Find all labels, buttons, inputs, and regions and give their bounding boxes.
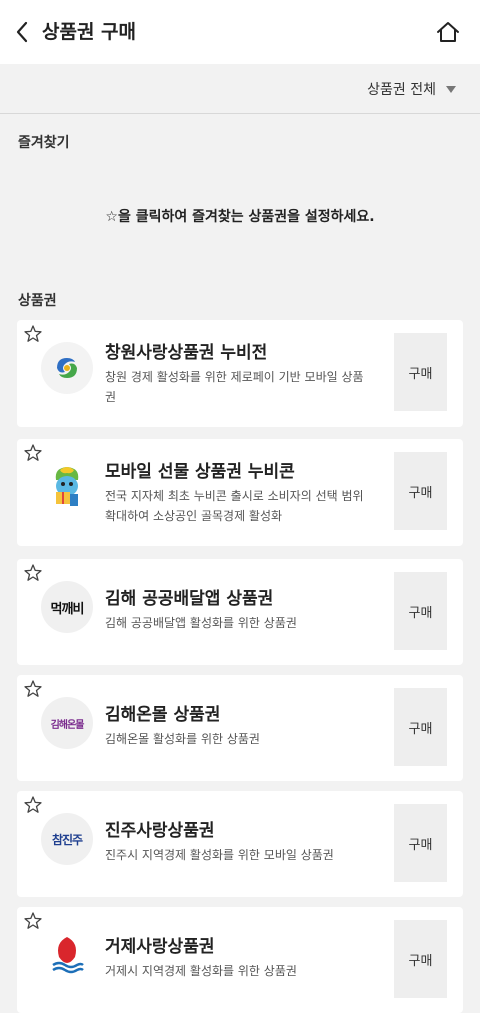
- voucher-description: 김해온몰 활성화를 위한 상품권: [105, 732, 260, 746]
- dropdown-arrow-icon: [446, 85, 456, 93]
- jinju-logo-icon: 참진주: [41, 813, 93, 865]
- changwon-logo-icon: [41, 342, 93, 394]
- back-icon[interactable]: [10, 18, 34, 46]
- page-title: 상품권 구매: [42, 21, 137, 43]
- buy-button[interactable]: 구매: [394, 804, 447, 882]
- buy-button[interactable]: 구매: [394, 452, 447, 530]
- voucher-card: 거제사랑상품권 거제시 지역경제 활성화를 위한 상품권 구매: [17, 907, 463, 1013]
- voucher-description: 거제시 지역경제 활성화를 위한 상품권: [105, 964, 297, 978]
- favorite-star-icon[interactable]: [23, 563, 43, 583]
- home-icon[interactable]: [434, 18, 462, 46]
- meokkaebi-logo-text: 먹깨비: [50, 601, 85, 617]
- voucher-name: 모바일 선물 상품권 누비콘: [105, 462, 295, 482]
- filter-bar: 상품권 전체: [0, 64, 480, 114]
- gimhae-onmall-logo-text: 김해온몰: [50, 719, 85, 731]
- voucher-description: 창원 경제 활성화를 위한 제로페이 기반 모바일 상품권: [105, 370, 364, 404]
- voucher-card: 모바일 선물 상품권 누비콘 전국 지자체 최초 누비콘 출시로 소비자의 선택…: [17, 439, 463, 546]
- voucher-card: 먹깨비 김해 공공배달앱 상품권 김해 공공배달앱 활성화를 위한 상품권 구매: [17, 559, 463, 665]
- favorite-star-icon[interactable]: [23, 443, 43, 463]
- voucher-name: 김해 공공배달앱 상품권: [105, 589, 274, 609]
- geoje-logo-icon: [41, 929, 93, 981]
- voucher-name: 창원사랑상품권 누비전: [105, 343, 268, 363]
- voucher-name: 거제사랑상품권: [105, 937, 215, 957]
- voucher-name: 진주사랑상품권: [105, 821, 215, 841]
- nubicon-mascot-icon: [41, 461, 93, 513]
- gimhae-onmall-logo-icon: 김해온몰: [41, 697, 93, 749]
- buy-button[interactable]: 구매: [394, 333, 447, 411]
- buy-button[interactable]: 구매: [394, 572, 447, 650]
- favorite-star-icon[interactable]: [23, 324, 43, 344]
- voucher-name: 김해온몰 상품권: [105, 705, 221, 725]
- voucher-description: 김해 공공배달앱 활성화를 위한 상품권: [105, 616, 297, 630]
- voucher-card: 창원사랑상품권 누비전 창원 경제 활성화를 위한 제로페이 기반 모바일 상품…: [17, 320, 463, 427]
- voucher-description: 진주시 지역경제 활성화를 위한 모바일 상품권: [105, 848, 334, 862]
- favorite-star-icon[interactable]: [23, 795, 43, 815]
- voucher-card: 김해온몰 김해온몰 상품권 김해온몰 활성화를 위한 상품권 구매: [17, 675, 463, 781]
- buy-button[interactable]: 구매: [394, 920, 447, 998]
- favorites-empty-message: ☆을 클릭하여 즐겨찾는 상품권을 설정하세요.: [105, 209, 375, 225]
- voucher-card: 참진주 진주사랑상품권 진주시 지역경제 활성화를 위한 모바일 상품권 구매: [17, 791, 463, 897]
- meokkaebi-logo-icon: 먹깨비: [41, 581, 93, 633]
- favorite-star-icon[interactable]: [23, 911, 43, 931]
- category-filter-dropdown[interactable]: 상품권 전체: [367, 79, 456, 99]
- buy-button[interactable]: 구매: [394, 688, 447, 766]
- vouchers-label: 상품권: [18, 293, 57, 309]
- category-filter-label: 상품권 전체: [367, 82, 436, 98]
- jinju-logo-text: 참진주: [51, 832, 83, 847]
- favorites-label: 즐겨찾기: [18, 135, 70, 151]
- app-header: 상품권 구매: [0, 0, 480, 64]
- voucher-description: 전국 지자체 최초 누비콘 출시로 소비자의 선택 범위 확대하여 소상공인 골…: [105, 489, 364, 523]
- favorite-star-icon[interactable]: [23, 679, 43, 699]
